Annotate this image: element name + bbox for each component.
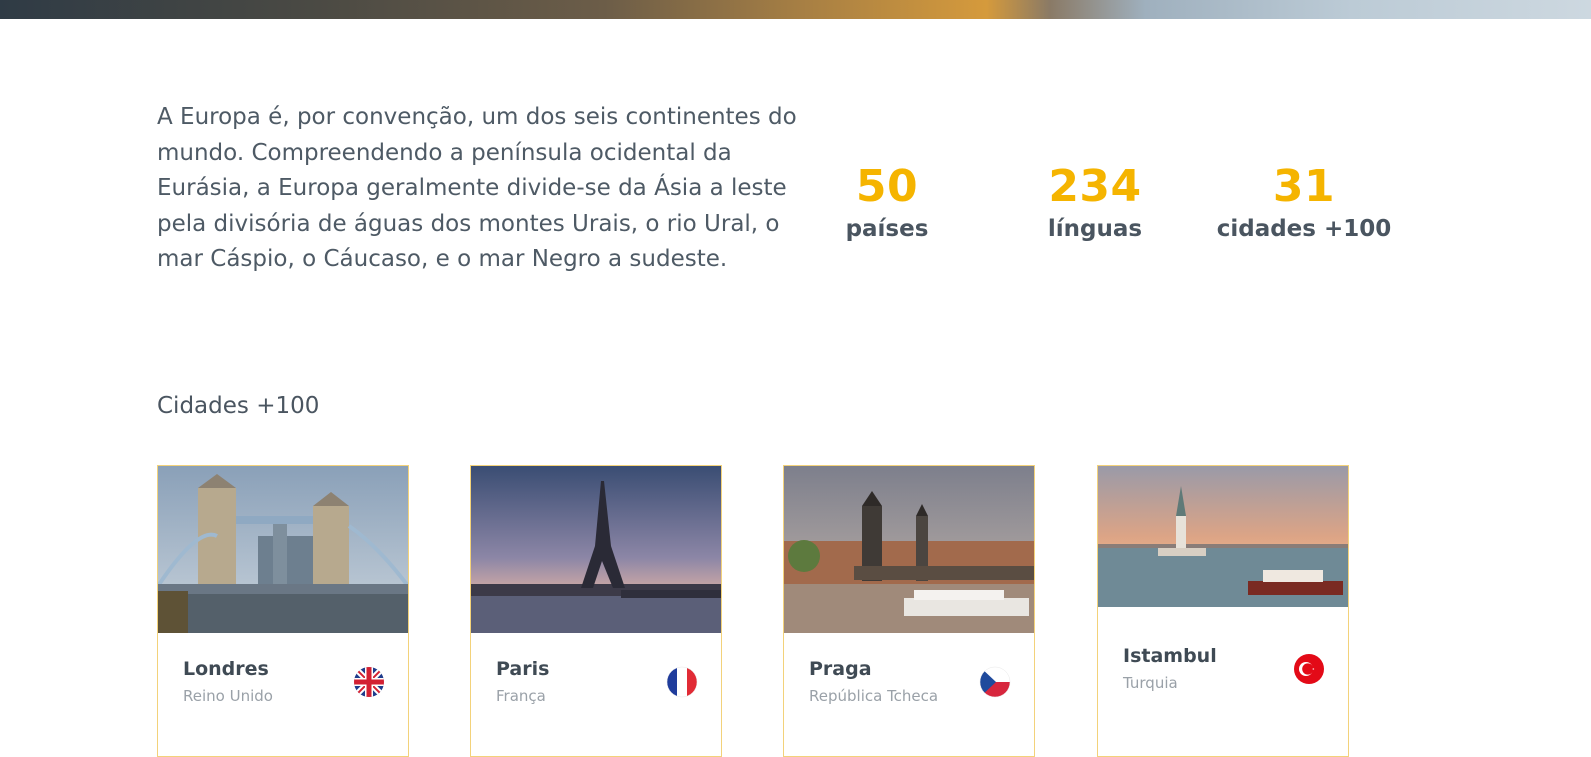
city-country: República Tcheca bbox=[809, 687, 939, 705]
france-flag-icon bbox=[666, 666, 698, 698]
stat-cities: 31 cidades +100 bbox=[1194, 158, 1414, 244]
stat-label: cidades +100 bbox=[1216, 216, 1392, 242]
city-country: França bbox=[496, 687, 546, 705]
intro-paragraph: A Europa é, por convenção, um dos seis c… bbox=[157, 104, 797, 272]
city-country: Turquia bbox=[1123, 674, 1178, 692]
section-title: Cidades +100 bbox=[157, 393, 320, 419]
stat-label: línguas bbox=[1047, 216, 1143, 242]
istanbul-photo bbox=[1098, 466, 1348, 607]
city-name: Londres bbox=[183, 658, 269, 680]
city-card-londres[interactable]: Londres Reino Unido bbox=[157, 465, 409, 757]
stat-value: 234 bbox=[1048, 161, 1142, 212]
stat-value: 50 bbox=[855, 161, 919, 212]
city-name: Istambul bbox=[1123, 645, 1217, 667]
stat-languages: 234 línguas bbox=[985, 158, 1205, 244]
city-card-praga[interactable]: Praga República Tcheca bbox=[783, 465, 1035, 757]
turkey-flag-icon bbox=[1294, 654, 1324, 684]
stat-countries: 50 países bbox=[777, 158, 997, 244]
paris-photo bbox=[471, 466, 721, 633]
stat-value: 31 bbox=[1272, 161, 1336, 212]
hero-image bbox=[0, 0, 1591, 19]
london-photo bbox=[158, 466, 408, 633]
city-name: Paris bbox=[496, 658, 550, 680]
city-card-paris[interactable]: Paris França bbox=[470, 465, 722, 757]
czech-flag-icon bbox=[979, 666, 1011, 698]
city-card-istambul[interactable]: Istambul Turquia bbox=[1097, 465, 1349, 757]
city-country: Reino Unido bbox=[183, 687, 273, 705]
stat-label: países bbox=[845, 216, 929, 242]
city-name: Praga bbox=[809, 658, 872, 680]
prague-photo bbox=[784, 466, 1034, 633]
uk-flag-icon bbox=[354, 667, 384, 697]
